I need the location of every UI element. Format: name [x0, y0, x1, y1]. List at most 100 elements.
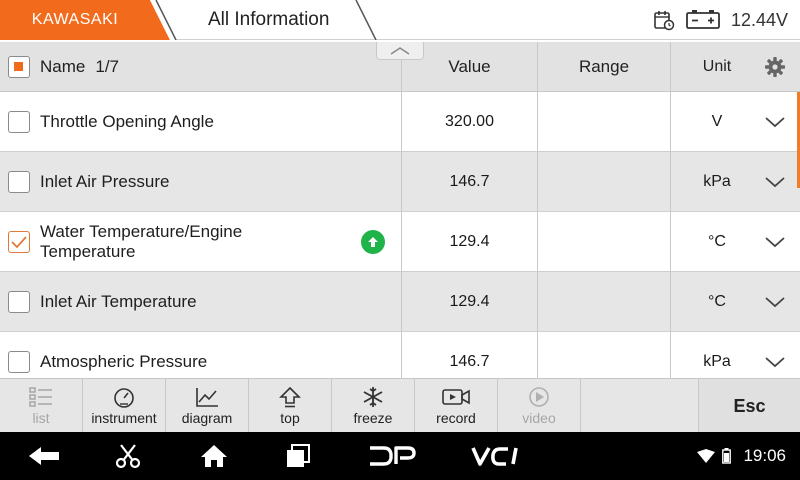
status-area: 12.44V: [653, 0, 788, 40]
row-name: Water Temperature/Engine Temperature: [40, 221, 243, 261]
row-value: 129.4: [402, 272, 538, 331]
diagram-label: diagram: [181, 410, 233, 426]
chevron-down-icon[interactable]: [764, 176, 786, 188]
data-stream-table: Name 1/7 Value Range Unit Throttle Openi…: [0, 42, 800, 378]
table-row[interactable]: Water Temperature/Engine Temperature 129…: [0, 212, 800, 272]
row-checkbox[interactable]: [8, 290, 30, 313]
row-checkbox[interactable]: [8, 170, 30, 193]
instrument-label: instrument: [91, 410, 157, 426]
video-button[interactable]: video: [498, 379, 581, 433]
bottom-toolbar: list instrument diagram top freeze recor…: [0, 378, 800, 433]
battery-status-icon: [720, 432, 732, 480]
row-unit: V: [711, 112, 723, 130]
instrument-button[interactable]: instrument: [83, 379, 166, 433]
row-range: [538, 272, 671, 331]
row-value: 146.7: [402, 332, 538, 378]
video-label: video: [522, 410, 556, 426]
column-header-name: Name: [40, 56, 86, 76]
voltage-readout: 12.44V: [730, 9, 788, 30]
video-camera-icon: [442, 389, 470, 405]
row-range: [538, 332, 671, 378]
play-circle-icon: [529, 387, 549, 407]
row-name: Inlet Air Pressure: [40, 171, 170, 191]
checkmark-icon: [11, 235, 27, 248]
row-unit-cell[interactable]: °C: [671, 272, 800, 331]
brand-label: KAWASAKI: [31, 11, 119, 28]
row-unit-cell[interactable]: V: [671, 92, 800, 151]
table-row[interactable]: Throttle Opening Angle 320.00 V: [0, 92, 800, 152]
chevron-up-icon: [390, 46, 410, 55]
gear-icon[interactable]: [764, 56, 786, 78]
row-range: [538, 152, 671, 211]
brand-tab[interactable]: KAWASAKI: [0, 0, 180, 40]
row-unit: °C: [708, 232, 726, 250]
row-name-cell: Throttle Opening Angle: [0, 92, 402, 151]
row-checkbox[interactable]: [8, 230, 30, 253]
row-name-cell: Inlet Air Temperature: [0, 272, 402, 331]
esc-button[interactable]: Esc: [699, 379, 800, 433]
chevron-down-icon[interactable]: [764, 356, 786, 368]
row-range: [538, 212, 671, 271]
battery-icon: [685, 9, 721, 31]
row-unit: °C: [708, 292, 726, 310]
list-label: list: [32, 410, 50, 426]
toolbar-spacer: [581, 379, 699, 433]
row-unit: kPa: [703, 172, 731, 190]
recent-apps-icon[interactable]: [280, 432, 316, 480]
chevron-down-icon[interactable]: [764, 236, 786, 248]
row-name-cell: Inlet Air Pressure: [0, 152, 402, 211]
wifi-icon: [696, 432, 716, 480]
clock-time: 19:06: [743, 446, 786, 465]
row-checkbox[interactable]: [8, 110, 30, 133]
back-icon[interactable]: [24, 432, 64, 480]
column-header-range: Range: [538, 42, 671, 91]
row-name: Throttle Opening Angle: [40, 111, 214, 131]
row-unit-cell[interactable]: kPa: [671, 332, 800, 378]
arrow-up-icon: [279, 386, 301, 408]
row-range: [538, 92, 671, 151]
vci-logo-icon[interactable]: [468, 432, 528, 480]
row-name-cell: Atmospheric Pressure: [0, 332, 402, 378]
top-label: top: [280, 410, 300, 426]
row-unit: kPa: [703, 353, 731, 370]
collapse-handle[interactable]: [376, 42, 424, 60]
chevron-down-icon[interactable]: [764, 296, 786, 308]
calendar-clock-icon[interactable]: [653, 9, 675, 31]
scissors-icon[interactable]: [110, 432, 146, 480]
line-chart-icon: [196, 388, 218, 407]
list-button[interactable]: list: [0, 379, 83, 433]
row-name: Inlet Air Temperature: [40, 291, 197, 311]
row-name-cell: Water Temperature/Engine Temperature: [0, 212, 402, 271]
row-checkbox[interactable]: [8, 351, 30, 373]
row-unit-cell[interactable]: kPa: [671, 152, 800, 211]
select-all-checkbox[interactable]: [8, 55, 30, 78]
home-icon[interactable]: [196, 432, 232, 480]
green-status-icon[interactable]: [361, 229, 385, 254]
table-row[interactable]: Atmospheric Pressure 146.7 kPa: [0, 332, 800, 378]
gauge-icon: [114, 388, 134, 408]
table-row[interactable]: Inlet Air Pressure 146.7 kPa: [0, 152, 800, 212]
row-value: 146.7: [402, 152, 538, 211]
table-row[interactable]: Inlet Air Temperature 129.4 °C: [0, 272, 800, 332]
system-nav-bar: 19:06: [0, 432, 800, 480]
page-counter: 1/7: [95, 56, 119, 76]
top-button[interactable]: top: [249, 379, 332, 433]
freeze-label: freeze: [353, 410, 393, 426]
freeze-button[interactable]: freeze: [332, 379, 415, 433]
chevron-down-icon[interactable]: [764, 116, 786, 128]
title-tab-edge: [340, 0, 380, 45]
snowflake-icon: [363, 387, 383, 407]
header-name-cell: Name 1/7: [0, 42, 402, 91]
row-value: 320.00: [402, 92, 538, 151]
row-unit-cell[interactable]: °C: [671, 212, 800, 271]
record-button[interactable]: record: [415, 379, 498, 433]
top-header: KAWASAKI All Information 12.44V: [0, 0, 800, 41]
diagram-button[interactable]: diagram: [166, 379, 249, 433]
list-icon: [29, 387, 52, 407]
row-name: Atmospheric Pressure: [40, 352, 208, 371]
page-title[interactable]: All Information: [208, 0, 329, 40]
record-label: record: [436, 410, 476, 426]
dp-logo-icon[interactable]: [364, 432, 420, 480]
column-header-unit: Unit: [702, 57, 732, 75]
row-value: 129.4: [402, 212, 538, 271]
